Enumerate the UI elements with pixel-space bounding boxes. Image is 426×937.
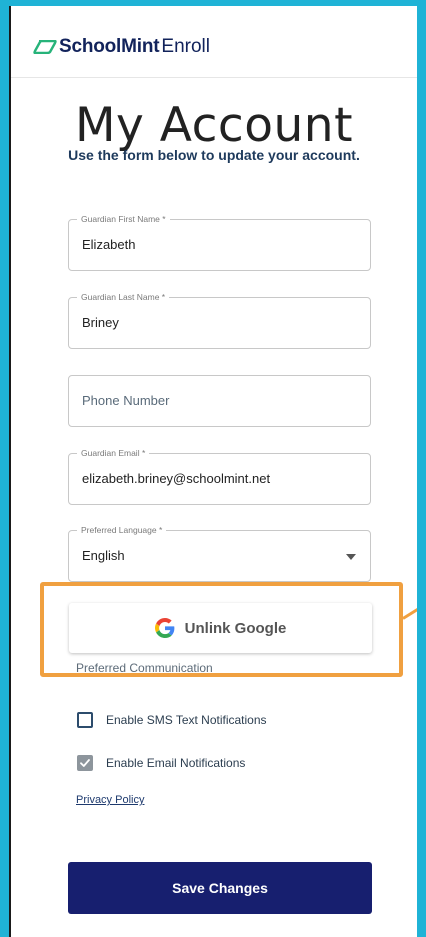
- phone-placeholder: Phone Number: [82, 393, 170, 408]
- first-name-value: Elizabeth: [82, 237, 136, 252]
- email-value: elizabeth.briney@schoolmint.net: [82, 471, 271, 486]
- save-changes-button[interactable]: Save Changes: [68, 862, 372, 914]
- app-frame: SchoolMint Enroll My Account Use the for…: [9, 6, 417, 937]
- sms-checkbox[interactable]: [77, 712, 93, 728]
- email-notifications-option[interactable]: Enable Email Notifications: [77, 755, 245, 771]
- last-name-field[interactable]: Guardian Last Name * Briney: [68, 291, 371, 349]
- page-title: My Account: [74, 98, 354, 153]
- last-name-value: Briney: [82, 315, 119, 330]
- language-select[interactable]: Preferred Language * English: [68, 524, 371, 582]
- logo-product: Enroll: [161, 36, 210, 57]
- google-icon: [154, 618, 175, 638]
- language-label: Preferred Language *: [77, 524, 167, 536]
- phone-field[interactable]: Phone Number: [68, 375, 371, 427]
- unlink-google-button[interactable]: Unlink Google: [69, 603, 372, 653]
- sms-notifications-option[interactable]: Enable SMS Text Notifications: [77, 712, 267, 728]
- language-value: English: [82, 548, 125, 563]
- chevron-down-icon[interactable]: [346, 554, 356, 560]
- email-checkbox[interactable]: [77, 755, 93, 771]
- first-name-field[interactable]: Guardian First Name * Elizabeth: [68, 213, 371, 271]
- checkmark-icon: [80, 759, 90, 767]
- email-field[interactable]: Guardian Email * elizabeth.briney@school…: [68, 447, 371, 505]
- last-name-label: Guardian Last Name *: [77, 291, 170, 303]
- privacy-policy-link[interactable]: Privacy Policy: [76, 794, 144, 806]
- logo-brand: SchoolMint: [59, 36, 160, 57]
- unlink-google-label: Unlink Google: [184, 619, 287, 637]
- email-checkbox-label: Enable Email Notifications: [106, 756, 246, 770]
- page-subtitle: Use the form below to update your accoun…: [68, 147, 360, 163]
- logo[interactable]: SchoolMint Enroll: [33, 36, 210, 58]
- app-header: SchoolMint Enroll: [11, 6, 417, 78]
- first-name-label: Guardian First Name *: [77, 213, 170, 225]
- email-label: Guardian Email *: [77, 447, 150, 459]
- highlight-callout-line: [402, 601, 417, 620]
- sms-checkbox-label: Enable SMS Text Notifications: [106, 713, 267, 727]
- schoolmint-logo-icon: [33, 40, 57, 54]
- preferred-communication-label: Preferred Communication: [76, 661, 213, 675]
